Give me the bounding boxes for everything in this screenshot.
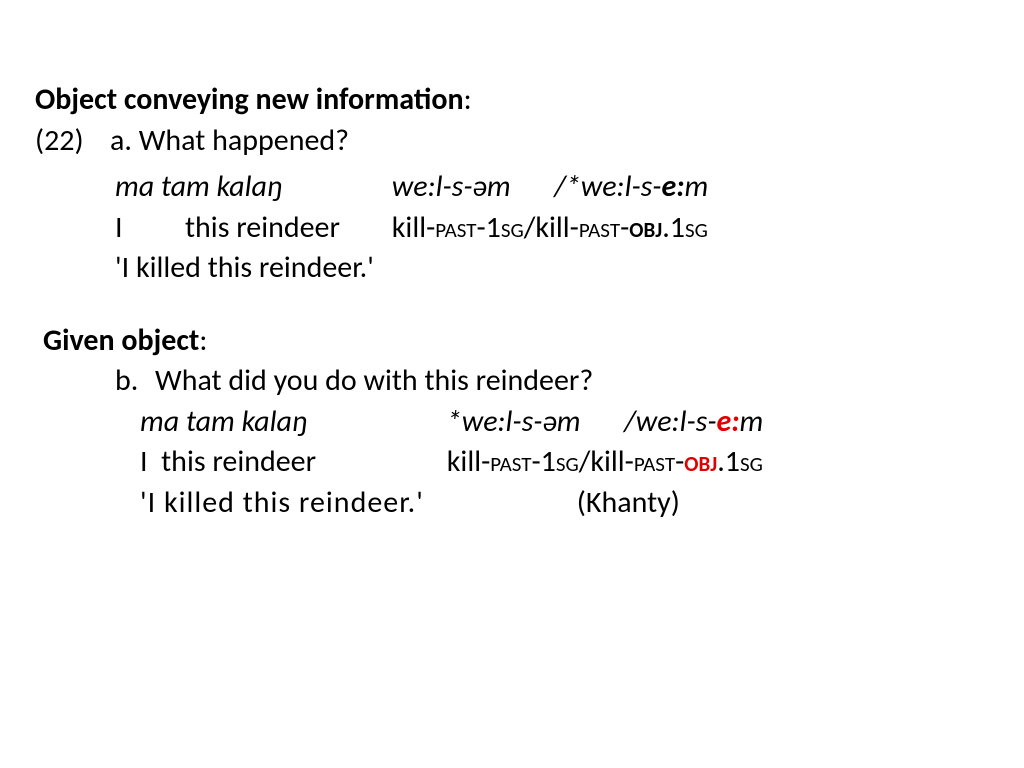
- heading-colon: :: [464, 81, 472, 118]
- example-b-translation: 'I killed this reindeer.' (Khanty): [35, 483, 989, 524]
- translation-a: 'I killed this reindeer.': [115, 249, 374, 286]
- b-gloss-col2: kill-past-1sg/kill-past-obj.1sg: [447, 442, 763, 483]
- heading-text-2: Given object: [43, 322, 199, 359]
- b-sep: /: [624, 403, 636, 440]
- subexample-b-letter: b.: [115, 361, 155, 402]
- example-b-gloss: I this reindeer kill-past-1sg/kill-past-…: [35, 442, 989, 483]
- gloss-col2: kill-past-1sg/kill-past-obj.1sg: [392, 208, 708, 249]
- b-dash2: -: [675, 443, 684, 480]
- kill2: kill-: [535, 209, 578, 246]
- past1: past: [435, 209, 476, 246]
- form2b: e:: [662, 168, 685, 205]
- translation-b: 'I killed this reindeer.': [140, 483, 570, 524]
- b-kill2: kill-: [590, 443, 633, 480]
- b-src-col2: *we:l-s-əm /we:l-s-e:m: [447, 402, 763, 443]
- b-gloss-I: I: [140, 443, 148, 480]
- question-b: What did you do with this reindeer?: [155, 362, 593, 399]
- example-a-translation: 'I killed this reindeer.': [35, 248, 989, 289]
- gloss-this-reindeer: this reindeer: [185, 209, 340, 246]
- obj: obj: [629, 209, 662, 246]
- b-src-col1: ma tam kalaŋ: [140, 402, 440, 443]
- b-form2b: e:: [717, 403, 740, 440]
- slide-content: Object conveying new information: (22)a.…: [0, 0, 1024, 523]
- b-dash1: -1: [531, 443, 555, 480]
- example-a-gloss: Ithis reindeer kill-past-1sg/kill-past-o…: [35, 208, 989, 249]
- past2: past: [579, 209, 620, 246]
- b-dot1: .1: [717, 443, 740, 480]
- form1: we:l-s-əm: [392, 168, 511, 205]
- src-col1: ma tam kalaŋ: [115, 167, 385, 208]
- b-gloss-this-reindeer: this reindeer: [148, 443, 317, 480]
- example-b-question: b.What did you do with this reindeer?: [35, 361, 989, 402]
- dash2: -: [620, 209, 629, 246]
- b-form2a: we:l-s-: [636, 403, 717, 440]
- heading-colon-2: :: [199, 322, 207, 359]
- b-sg2: sg: [740, 443, 763, 480]
- b-form1: we:l-s-əm: [462, 403, 581, 440]
- slash: /: [524, 209, 536, 246]
- b-slash: /: [579, 443, 591, 480]
- example-a-source: ma tam kalaŋ we:l-s-əm /*we:l-s-e:m: [35, 167, 989, 208]
- b-obj: obj: [684, 443, 717, 480]
- section-heading-2: Given object:: [35, 321, 989, 362]
- dot1: .1: [662, 209, 685, 246]
- example-b-source: ma tam kalaŋ *we:l-s-əm /we:l-s-e:m: [35, 402, 989, 443]
- b-sg1: sg: [556, 443, 579, 480]
- sg1: sg: [501, 209, 524, 246]
- question-a: What happened?: [132, 122, 349, 159]
- section-heading-1: Object conveying new information:: [35, 80, 989, 121]
- form2a: we:l-s-: [581, 168, 662, 205]
- sg2: sg: [685, 209, 708, 246]
- b-past1: past: [490, 443, 531, 480]
- kill1: kill-: [392, 209, 435, 246]
- sep: /*: [554, 168, 581, 205]
- gloss-col1: Ithis reindeer: [115, 208, 385, 249]
- b-kill1: kill-: [447, 443, 490, 480]
- example-number: (22): [35, 121, 110, 162]
- language-label: (Khanty): [577, 483, 680, 524]
- b-past2: past: [634, 443, 675, 480]
- b-gloss-col1: I this reindeer: [140, 442, 440, 483]
- example-22a-line: (22)a. What happened?: [35, 121, 989, 162]
- b-form2c: m: [740, 403, 764, 440]
- b-star: *: [447, 403, 462, 440]
- heading-text: Object conveying new information: [35, 81, 464, 118]
- dash1: -1: [476, 209, 500, 246]
- gloss-I: I: [115, 208, 185, 249]
- src-col2: we:l-s-əm /*we:l-s-e:m: [392, 167, 708, 208]
- subexample-letter: a.: [110, 122, 132, 159]
- form2c: m: [685, 168, 709, 205]
